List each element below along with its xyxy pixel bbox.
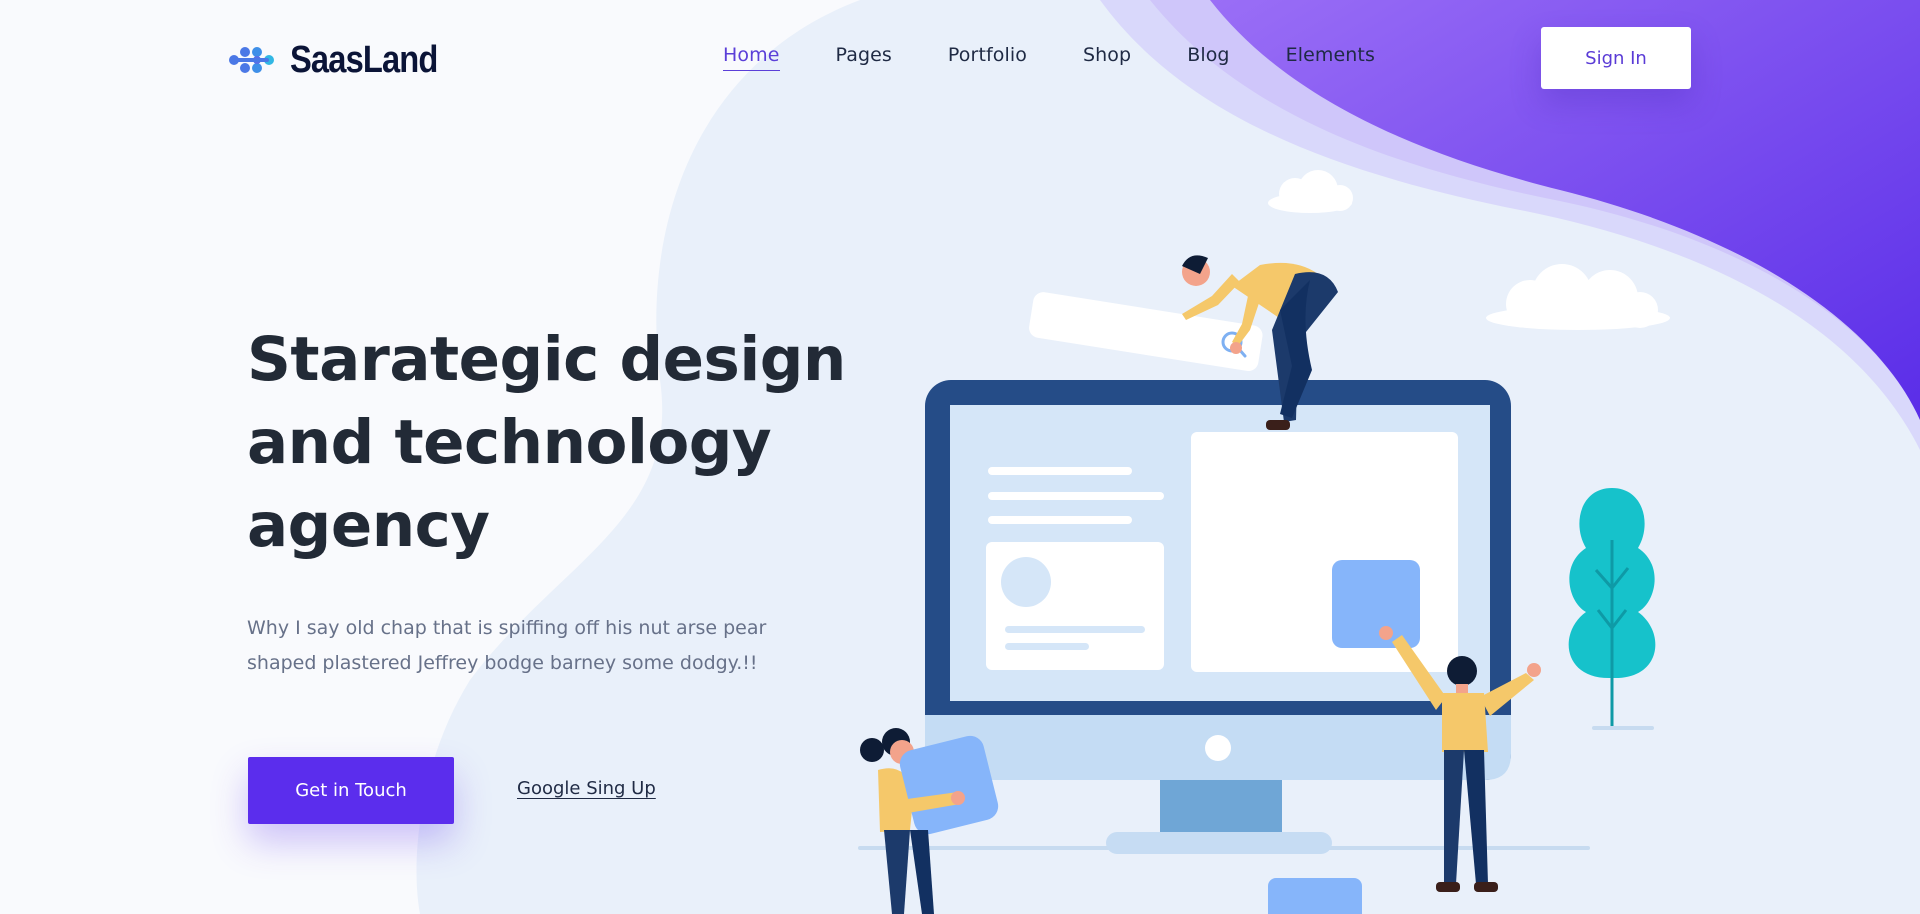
nav-item-home[interactable]: Home bbox=[723, 44, 780, 71]
hero-subtitle: Why I say old chap that is spiffing off … bbox=[247, 611, 827, 681]
molecule-dots-icon bbox=[229, 47, 274, 73]
monitor-power-dot bbox=[1205, 735, 1231, 761]
monitor-base bbox=[1106, 832, 1332, 854]
sign-in-button[interactable]: Sign In bbox=[1541, 27, 1691, 89]
screen-card-line bbox=[1005, 643, 1089, 650]
main-nav: Home Pages Portfolio Shop Blog Elements bbox=[723, 44, 1431, 71]
floating-blue-block bbox=[1268, 878, 1362, 914]
hero-title-line: and technology bbox=[247, 407, 772, 478]
nav-item-pages[interactable]: Pages bbox=[836, 44, 892, 71]
nav-item-elements[interactable]: Elements bbox=[1286, 44, 1375, 71]
nav-item-shop[interactable]: Shop bbox=[1083, 44, 1131, 71]
search-bar-panel bbox=[1029, 292, 1263, 372]
nav-item-portfolio[interactable]: Portfolio bbox=[948, 44, 1027, 71]
screen-blue-block bbox=[1332, 560, 1420, 648]
hero-subtitle-line: Why I say old chap that is spiffing off … bbox=[247, 617, 767, 639]
cloud-icon bbox=[1268, 170, 1353, 213]
screen-text-line bbox=[988, 516, 1132, 524]
get-in-touch-button[interactable]: Get in Touch bbox=[248, 757, 454, 824]
hero-illustration bbox=[840, 170, 1680, 914]
screen-text-line bbox=[988, 492, 1164, 500]
screen-card-line bbox=[1005, 626, 1145, 633]
hero-title-line: Starategic design bbox=[247, 324, 846, 395]
cloud-icon bbox=[1486, 264, 1670, 330]
brand-logo[interactable]: SaasLand bbox=[228, 38, 462, 82]
tree-icon bbox=[1568, 488, 1656, 730]
person-carrying-box-figure bbox=[860, 728, 999, 914]
google-signup-link[interactable]: Google Sing Up bbox=[517, 778, 656, 799]
hero-subtitle-line: shaped plastered Jeffrey bodge barney so… bbox=[247, 652, 758, 674]
brand-name: SaasLand bbox=[290, 38, 438, 81]
nav-item-blog[interactable]: Blog bbox=[1187, 44, 1229, 71]
hero-title-line: agency bbox=[247, 490, 490, 561]
screen-text-line bbox=[988, 467, 1132, 475]
screen-avatar bbox=[1001, 557, 1051, 607]
hero-title: Starategic design and technology agency bbox=[247, 318, 887, 567]
